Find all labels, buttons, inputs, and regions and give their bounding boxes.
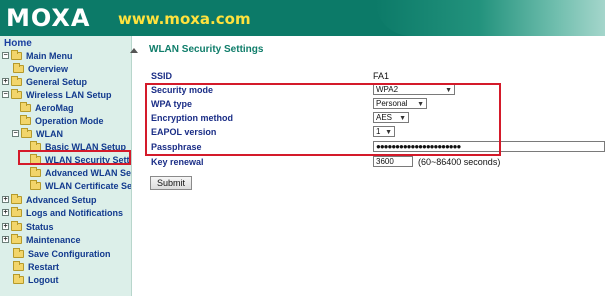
sidebar-item-label: Advanced WLAN Settings (45, 167, 132, 178)
sidebar-item-label: Operation Mode (35, 115, 104, 126)
ssid-label: SSID (151, 71, 173, 81)
sidebar-item-save-configuration[interactable]: Save Configuration (13, 247, 111, 260)
folder-icon (11, 49, 22, 60)
key-renewal-hint: (60~86400 seconds) (418, 157, 501, 167)
folder-icon (11, 233, 22, 244)
sidebar-item-label: Main Menu (26, 50, 73, 61)
expand-icon[interactable]: + (2, 78, 9, 85)
folder-icon (20, 101, 31, 112)
sidebar-item-advanced-setup[interactable]: + Advanced Setup (2, 193, 97, 206)
sidebar-item-wlan-certificate-settings[interactable]: WLAN Certificate Settings (30, 179, 132, 192)
sidebar-item-general-setup[interactable]: + General Setup (2, 75, 87, 88)
sidebar-item-wireless-lan-setup[interactable]: − Wireless LAN Setup (2, 88, 111, 101)
folder-icon (13, 62, 24, 73)
sidebar-item-maintenance[interactable]: + Maintenance (2, 233, 81, 246)
folder-icon (13, 247, 24, 258)
moxa-logo: MOXA (6, 4, 91, 32)
key-renewal-input[interactable]: 3600 (373, 156, 413, 167)
folder-icon (21, 127, 32, 138)
sidebar-item-label: Logout (28, 274, 59, 285)
submit-button[interactable]: Submit (150, 176, 193, 190)
sidebar-item-label: WLAN (36, 128, 63, 139)
sidebar-item-label: Logs and Notifications (26, 207, 124, 218)
folder-icon (11, 220, 22, 231)
expand-icon[interactable]: + (2, 196, 9, 203)
ssid-value: FA1 (373, 71, 390, 81)
sidebar-item-label: WLAN Certificate Settings (45, 180, 132, 191)
key-renewal-label: Key renewal (151, 157, 204, 167)
folder-icon (13, 260, 24, 271)
sidebar-item-aeromag[interactable]: AeroMag (20, 101, 74, 114)
folder-icon (20, 114, 31, 125)
annotation-highlight-box (145, 83, 501, 156)
expand-icon[interactable]: + (2, 236, 9, 243)
expand-icon[interactable]: + (2, 223, 9, 230)
folder-icon (11, 75, 22, 86)
sidebar-item-label: Wireless LAN Setup (26, 89, 112, 100)
sidebar-item-label: Advanced Setup (26, 194, 97, 205)
sidebar-item-label: Overview (28, 63, 69, 74)
site-url: www.moxa.com (118, 10, 251, 28)
home-link[interactable]: Home (4, 38, 32, 49)
folder-icon (11, 206, 22, 217)
sidebar-item-logs-and-notifications[interactable]: + Logs and Notifications (2, 206, 123, 219)
sidebar-item-label: Status (26, 221, 54, 232)
collapse-icon[interactable]: − (12, 130, 19, 137)
header-bar: MOXA www.moxa.com (0, 0, 605, 36)
page-title: WLAN Security Settings (149, 44, 264, 55)
sidebar-item-overview[interactable]: Overview (13, 62, 68, 75)
sidebar-item-main-menu[interactable]: − Main Menu (2, 49, 73, 62)
selected-item-highlight (18, 150, 131, 165)
folder-icon (13, 273, 24, 284)
sidebar-item-label: Save Configuration (28, 248, 111, 259)
folder-icon (30, 179, 41, 190)
sidebar-item-label: AeroMag (35, 102, 74, 113)
folder-icon (11, 88, 22, 99)
expand-icon[interactable]: + (2, 209, 9, 216)
collapse-icon[interactable]: − (2, 91, 9, 98)
main-content: WLAN Security Settings SSID FA1 Security… (130, 36, 605, 296)
sidebar-item-status[interactable]: + Status (2, 220, 54, 233)
sidebar-item-label: General Setup (26, 76, 88, 87)
header-wave-decoration (375, 0, 605, 36)
sidebar-item-wlan[interactable]: − WLAN (12, 127, 63, 140)
sidebar-item-operation-mode[interactable]: Operation Mode (20, 114, 104, 127)
sidebar-item-advanced-wlan-settings[interactable]: Advanced WLAN Settings (30, 166, 132, 179)
sidebar: Home − Main Menu Overview + General Setu… (0, 36, 132, 296)
collapse-icon[interactable]: − (2, 52, 9, 59)
sidebar-item-restart[interactable]: Restart (13, 260, 59, 273)
collapse-arrow-icon[interactable] (130, 48, 138, 53)
sidebar-item-label: Restart (28, 261, 60, 272)
folder-icon (30, 166, 41, 177)
folder-icon (11, 193, 22, 204)
sidebar-item-label: Maintenance (26, 234, 81, 245)
sidebar-item-logout[interactable]: Logout (13, 273, 59, 286)
